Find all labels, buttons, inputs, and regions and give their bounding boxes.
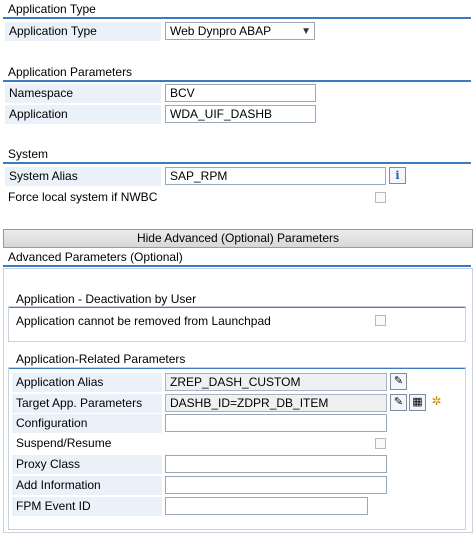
application-alias-field[interactable]: ZREP_DASH_CUSTOM — [165, 373, 387, 391]
edit-alias-button[interactable]: ✎ — [390, 373, 407, 390]
proxy-class-field[interactable] — [165, 455, 387, 473]
section-title-application-parameters: Application Parameters — [8, 65, 133, 79]
info-button[interactable]: i — [389, 167, 406, 184]
fpm-event-id-field[interactable] — [165, 497, 368, 515]
section-title-application-type: Application Type — [8, 2, 96, 16]
configuration-field[interactable] — [165, 414, 387, 432]
system-alias-field[interactable]: SAP_RPM — [165, 167, 386, 185]
section-divider — [3, 265, 471, 267]
info-icon: i — [395, 169, 400, 182]
application-type-select[interactable]: Web Dynpro ABAP ▼ — [165, 22, 315, 40]
namespace-field[interactable]: BCV — [165, 84, 316, 102]
application-field[interactable]: WDA_UIF_DASHB — [165, 105, 316, 123]
suspend-resume-checkbox[interactable] — [375, 438, 386, 449]
application-type-label: Application Type — [5, 22, 161, 41]
section-divider — [3, 17, 471, 19]
section-divider — [3, 80, 471, 82]
force-local-label: Force local system if NWBC — [8, 190, 158, 204]
configuration-label: Configuration — [12, 414, 162, 433]
application-alias-label: Application Alias — [12, 373, 162, 392]
wizard-icon[interactable]: ✲ — [428, 394, 445, 411]
hide-advanced-parameters-button[interactable]: Hide Advanced (Optional) Parameters — [3, 229, 473, 248]
target-app-parameters-field[interactable]: DASHB_ID=ZDPR_DB_ITEM — [165, 394, 387, 412]
target-app-parameters-label: Target App. Parameters — [12, 394, 162, 413]
edit-target-button[interactable]: ✎ — [390, 394, 407, 411]
application-type-value: Web Dynpro ABAP — [170, 24, 272, 38]
mapping-icon: ▦ — [412, 396, 423, 408]
group-title-deactivation: Application - Deactivation by User — [16, 292, 197, 306]
section-title-system: System — [8, 147, 49, 161]
edit-icon: ✎ — [393, 396, 404, 408]
cannot-remove-label: Application cannot be removed from Launc… — [16, 314, 271, 328]
edit-icon: ✎ — [393, 375, 404, 387]
section-title-advanced-parameters: Advanced Parameters (Optional) — [8, 250, 183, 264]
force-local-checkbox[interactable] — [375, 192, 386, 203]
application-label: Application — [5, 105, 161, 124]
chevron-down-icon: ▼ — [301, 26, 311, 37]
namespace-label: Namespace — [5, 84, 161, 103]
section-divider — [3, 162, 471, 164]
group-title-application-related: Application-Related Parameters — [16, 352, 186, 366]
parameter-mapping-button[interactable]: ▦ — [409, 394, 426, 411]
suspend-resume-label: Suspend/Resume — [16, 436, 112, 450]
system-alias-label: System Alias — [5, 167, 161, 186]
add-information-label: Add Information — [12, 476, 162, 495]
fpm-event-id-label: FPM Event ID — [12, 497, 162, 516]
proxy-class-label: Proxy Class — [12, 455, 162, 474]
cannot-remove-checkbox[interactable] — [375, 315, 386, 326]
add-information-field[interactable] — [165, 476, 387, 494]
